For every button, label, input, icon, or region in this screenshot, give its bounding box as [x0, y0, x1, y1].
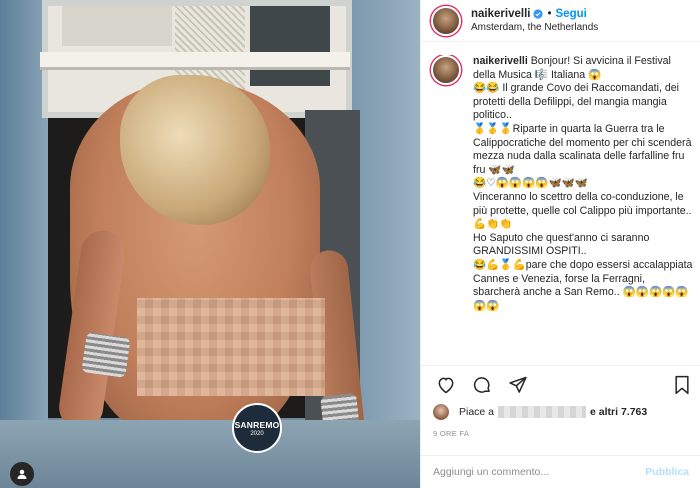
photo-window-pane: [62, 6, 172, 46]
paper-plane-icon: [509, 376, 527, 393]
photo-ledge: [0, 420, 420, 488]
liker-avatar[interactable]: [433, 404, 449, 420]
share-button[interactable]: [507, 374, 529, 396]
bookmark-icon: [675, 375, 689, 395]
post-sidebar: naikerivelli • Segui Amsterdam, the Neth…: [420, 0, 700, 488]
caption-text: naikerivelli Bonjour! Si avvicina il Fes…: [473, 55, 693, 365]
like-button[interactable]: [435, 374, 457, 396]
photo-window-frame: [40, 52, 350, 70]
photo-wall: [0, 0, 48, 488]
action-bar: [421, 365, 700, 403]
post-photo[interactable]: SANREMO 2020: [0, 0, 420, 488]
likes-summary: Piace a e altri 7.763: [433, 402, 693, 422]
sanremo-logo-title: SANREMO: [234, 419, 280, 430]
header-line: naikerivelli • Segui: [471, 8, 598, 21]
user-tag-icon[interactable]: [10, 462, 34, 486]
likes-prefix: Piace a: [459, 406, 495, 418]
instagram-post: SANREMO 2020 naikerivelli • Segui Amster…: [0, 0, 700, 488]
caption-body: Bonjour! Si avvicina il Festival della M…: [473, 55, 693, 312]
liker-name-blurred[interactable]: [498, 406, 587, 418]
heart-icon: [438, 377, 454, 393]
sanremo-logo: SANREMO 2020: [232, 403, 282, 453]
comment-input[interactable]: [433, 466, 646, 478]
publish-button[interactable]: Pubblica: [645, 466, 689, 478]
header-text: naikerivelli • Segui Amsterdam, the Neth…: [471, 8, 598, 34]
post-timestamp[interactable]: 9 ORE FA: [433, 429, 469, 438]
separator-dot: •: [547, 7, 552, 20]
caption-username[interactable]: naikerivelli: [473, 55, 528, 67]
comment-bar: Pubblica: [421, 455, 700, 488]
likes-count-link[interactable]: e altri 7.763: [590, 406, 647, 418]
post-header: naikerivelli • Segui Amsterdam, the Neth…: [421, 0, 700, 42]
follow-button[interactable]: Segui: [556, 8, 587, 21]
censor-blur: [137, 298, 325, 396]
save-button[interactable]: [671, 374, 693, 396]
sanremo-logo-year: 2020: [250, 430, 264, 437]
caption-avatar[interactable]: [431, 55, 461, 85]
location-link[interactable]: Amsterdam, the Netherlands: [471, 21, 598, 34]
photo-window-pane: [250, 6, 330, 86]
comment-icon: [473, 376, 490, 393]
verified-badge-icon: [533, 9, 544, 19]
caption-area: naikerivelli Bonjour! Si avvicina il Fes…: [421, 55, 700, 365]
avatar[interactable]: [431, 5, 461, 36]
username-link[interactable]: naikerivelli: [471, 8, 530, 21]
comment-button[interactable]: [471, 374, 493, 396]
photo-bracelet: [81, 332, 131, 378]
user-tag-icon-glyph: [17, 469, 27, 479]
